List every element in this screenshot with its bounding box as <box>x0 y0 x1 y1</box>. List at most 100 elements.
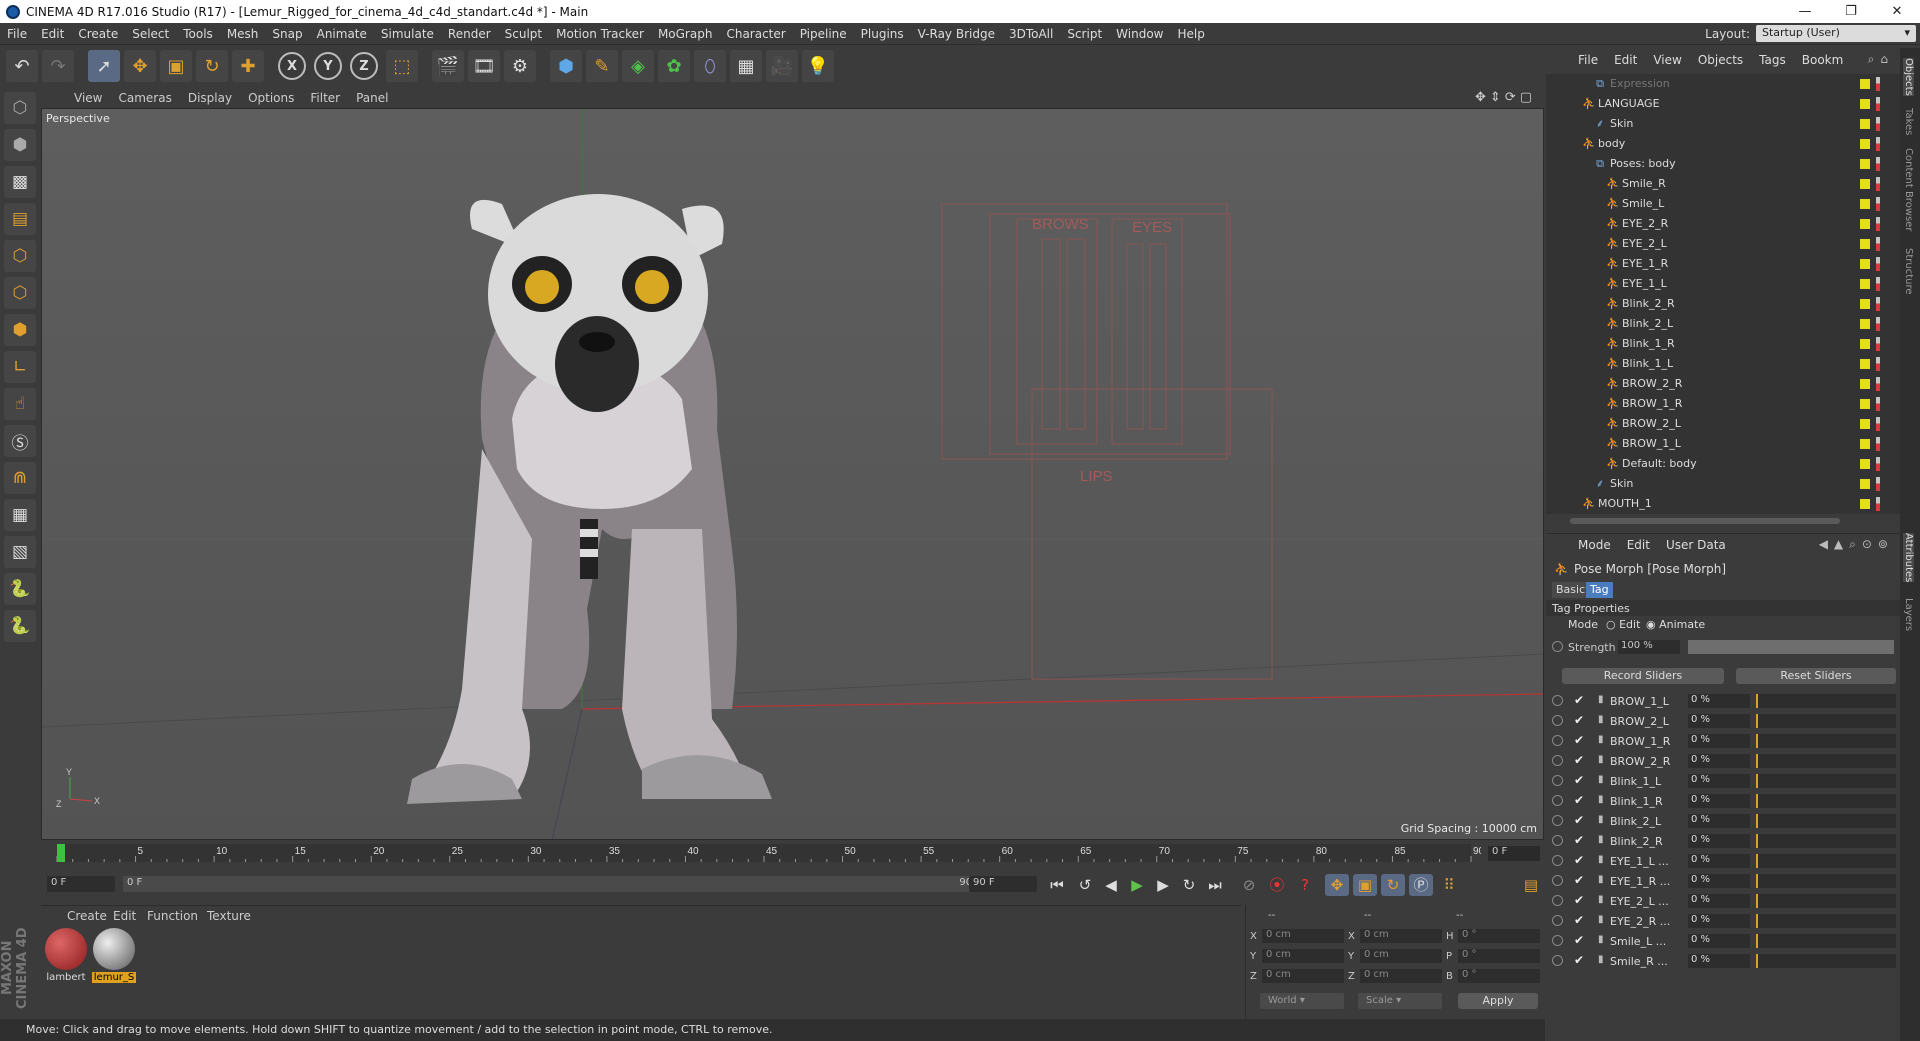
object-tree-row[interactable]: ⛹ Blink_1_L <box>1546 354 1900 374</box>
deformer-icon[interactable]: ⬯ <box>694 50 726 82</box>
pose-keyframe-icon[interactable] <box>1552 895 1563 906</box>
visibility-tag-icon[interactable] <box>1860 119 1870 129</box>
object-tree-row[interactable]: ⛹ EYE_2_R <box>1546 214 1900 234</box>
pose-slider[interactable] <box>1756 834 1896 848</box>
side-tab-takes[interactable]: Takes <box>1903 108 1914 135</box>
cloner-icon[interactable]: ✿ <box>658 50 690 82</box>
visibility-tag-icon[interactable] <box>1860 339 1870 349</box>
redo-icon[interactable]: ↷ <box>42 50 74 82</box>
pose-slider-handle[interactable] <box>1756 754 1758 768</box>
apply-button[interactable]: Apply <box>1458 993 1538 1009</box>
visibility-tag-icon[interactable] <box>1860 219 1870 229</box>
move-key-icon[interactable]: ✥ <box>1325 874 1349 896</box>
pose-value-field[interactable]: 0 % <box>1688 854 1750 868</box>
position-x-field[interactable]: 0 cm <box>1262 929 1344 943</box>
visibility-tag-icon[interactable] <box>1860 239 1870 249</box>
pose-keyframe-icon[interactable] <box>1552 855 1563 866</box>
param-key-icon[interactable]: Ⓟ <box>1409 874 1433 896</box>
object-tree-row[interactable]: ⧉ Poses: body <box>1546 154 1900 174</box>
rotate-key-icon[interactable]: ↻ <box>1381 874 1405 896</box>
minimize-button[interactable]: — <box>1782 0 1828 23</box>
next-key-icon[interactable]: ↻ <box>1177 874 1201 896</box>
editor-render-toggle-icon[interactable] <box>1876 437 1880 451</box>
timeline-icon[interactable]: ▤ <box>1519 874 1543 896</box>
side-tab-attributes[interactable]: Attributes <box>1903 533 1914 583</box>
pose-value-field[interactable]: 0 % <box>1688 714 1750 728</box>
object-tree-row[interactable]: ⸙ Skin <box>1546 114 1900 134</box>
pose-slider[interactable] <box>1756 814 1896 828</box>
pose-value-field[interactable]: 0 % <box>1688 734 1750 748</box>
pose-keyframe-icon[interactable] <box>1552 935 1563 946</box>
object-tree-row[interactable]: ⛹ BROW_1_R <box>1546 394 1900 414</box>
editor-render-toggle-icon[interactable] <box>1876 297 1880 311</box>
edges-mode-icon[interactable]: ⬡ <box>4 277 36 309</box>
texture-mode-icon[interactable]: ▩ <box>4 166 36 198</box>
editor-render-toggle-icon[interactable] <box>1876 77 1880 91</box>
pose-value-field[interactable]: 0 % <box>1688 694 1750 708</box>
viewport-nav-icons[interactable]: ✥⇕⟳▢ <box>1475 90 1536 105</box>
pose-enable-checkbox[interactable]: ✔ <box>1574 773 1584 787</box>
pose-slider[interactable] <box>1756 914 1896 928</box>
visibility-tag-icon[interactable] <box>1860 319 1870 329</box>
pose-value-field[interactable]: 0 % <box>1688 914 1750 928</box>
rotation-p-field[interactable]: 0 ° <box>1458 949 1540 963</box>
cube-icon[interactable]: ⬢ <box>550 50 582 82</box>
current-frame-field[interactable]: 0 F <box>1488 846 1540 861</box>
visibility-tag-icon[interactable] <box>1860 199 1870 209</box>
pose-keyframe-icon[interactable] <box>1552 795 1563 806</box>
pose-slider-handle[interactable] <box>1756 894 1758 908</box>
position-z-field[interactable]: 0 cm <box>1262 969 1344 983</box>
pose-keyframe-icon[interactable] <box>1552 735 1563 746</box>
rotate-icon[interactable]: ↻ <box>196 50 228 82</box>
pose-enable-checkbox[interactable]: ✔ <box>1574 793 1584 807</box>
axis-mode-icon[interactable]: ∟ <box>4 351 36 383</box>
editor-render-toggle-icon[interactable] <box>1876 357 1880 371</box>
keyframe-selection-icon[interactable]: ? <box>1293 874 1317 896</box>
start-frame-field[interactable]: 0 F <box>47 876 115 892</box>
menu-render[interactable]: Render <box>441 27 498 41</box>
obj-menu-tags[interactable]: Tags <box>1751 53 1794 67</box>
position-y-field[interactable]: 0 cm <box>1262 949 1344 963</box>
menu-edit[interactable]: Edit <box>34 27 71 41</box>
menu-mograph[interactable]: MoGraph <box>651 27 720 41</box>
pose-enable-checkbox[interactable]: ✔ <box>1574 693 1584 707</box>
mat-menu-function[interactable]: Function <box>147 909 198 923</box>
python-script-icon[interactable]: 🐍 <box>4 610 36 642</box>
move-icon[interactable]: ✥ <box>124 50 156 82</box>
side-tab-content-browser[interactable]: Content Browser <box>1903 148 1914 231</box>
menu-sculpt[interactable]: Sculpt <box>498 27 549 41</box>
object-tree-row[interactable]: ⛹ EYE_1_R <box>1546 254 1900 274</box>
mat-menu-edit[interactable]: Edit <box>113 909 136 923</box>
mat-menu-texture[interactable]: Texture <box>207 909 251 923</box>
object-tree-row[interactable]: ⛹ Smile_L <box>1546 194 1900 214</box>
object-tree-row[interactable]: ⛹ body <box>1546 134 1900 154</box>
visibility-tag-icon[interactable] <box>1860 259 1870 269</box>
attr-nav-icons[interactable]: ◀▲⌕⊙⊚ <box>1819 537 1894 552</box>
previous-key-icon[interactable]: ↺ <box>1073 874 1097 896</box>
pose-enable-checkbox[interactable]: ✔ <box>1574 933 1584 947</box>
scale-icon[interactable]: ▣ <box>160 50 192 82</box>
floor-icon[interactable]: ▦ <box>730 50 762 82</box>
editor-render-toggle-icon[interactable] <box>1876 97 1880 111</box>
editor-render-toggle-icon[interactable] <box>1876 217 1880 231</box>
obj-menu-file[interactable]: File <box>1570 53 1606 67</box>
viewport-menu-options[interactable]: Options <box>240 91 302 105</box>
viewport-menu-cameras[interactable]: Cameras <box>110 91 179 105</box>
pose-slider[interactable] <box>1756 934 1896 948</box>
pose-slider[interactable] <box>1756 954 1896 968</box>
pose-value-field[interactable]: 0 % <box>1688 894 1750 908</box>
pose-slider-handle[interactable] <box>1756 694 1758 708</box>
side-tab-objects[interactable]: Objects <box>1903 58 1914 96</box>
object-tree-row[interactable]: ⛹ BROW_2_R <box>1546 374 1900 394</box>
attr-menu-mode[interactable]: Mode <box>1570 538 1619 552</box>
scale-key-icon[interactable]: ▣ <box>1353 874 1377 896</box>
frame-range-slider[interactable]: 0 F 90 F <box>123 876 999 892</box>
tweak-mode-icon[interactable]: ☝ <box>4 388 36 420</box>
editor-render-toggle-icon[interactable] <box>1876 417 1880 431</box>
add-icon[interactable]: ✚ <box>232 50 264 82</box>
playhead[interactable] <box>57 844 65 862</box>
z-axis-icon[interactable]: Z <box>350 52 378 80</box>
coordinate-system-icon[interactable]: ⬚ <box>386 50 418 82</box>
pose-value-field[interactable]: 0 % <box>1688 954 1750 968</box>
play-icon[interactable]: ▶ <box>1125 874 1149 896</box>
